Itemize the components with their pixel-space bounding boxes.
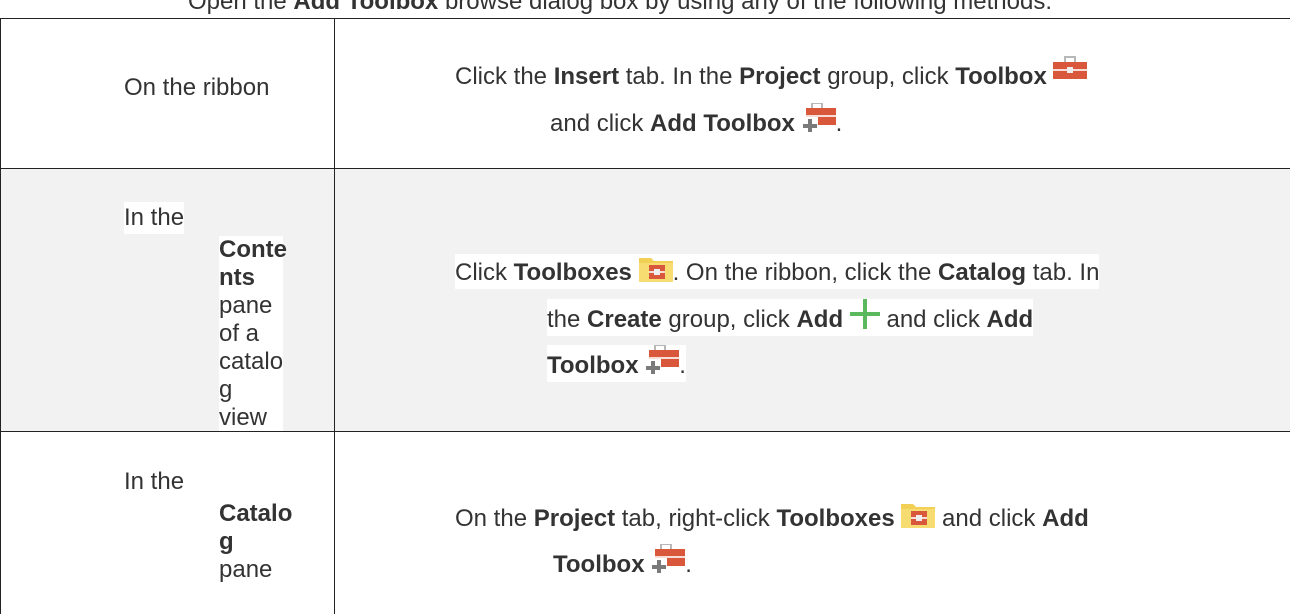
toolboxes-folder-icon	[639, 254, 673, 282]
steps-line-1: Click the Insert tab. In the Project gro…	[455, 56, 1087, 93]
add-toolbox-icon	[651, 544, 685, 574]
method-in-the: In the	[124, 468, 185, 495]
method-pane-name: Catalo g pane	[219, 500, 293, 583]
steps-line-1: Click Toolboxes . On the ribbon, click t…	[455, 254, 1100, 289]
table-column-divider	[334, 18, 335, 614]
toolbox-icon	[1053, 56, 1087, 80]
intro-text: Open the Add Toolbox browse dialog box b…	[188, 0, 1052, 18]
steps-cell: Click Toolboxes . On the ribbon, click t…	[335, 169, 1290, 432]
steps-line-2: the Create group, click Add and click Ad…	[547, 299, 1034, 336]
steps-cell: On the Project tab, right-click Toolboxe…	[335, 432, 1290, 615]
steps-line-2: Toolbox .	[553, 544, 692, 581]
method-label: On the ribbon	[124, 74, 270, 101]
table-row: In the Conte nts pane of a catalo g view Clic…	[0, 168, 1290, 432]
add-toolbox-icon	[802, 103, 836, 133]
table-border-left	[0, 18, 1, 614]
add-plus-icon	[850, 299, 880, 329]
method-pane-name: Conte nts pane of a catalo g view	[219, 236, 287, 432]
steps-line-2: and click Add Toolbox .	[550, 103, 842, 140]
method-in-the: In the	[124, 202, 185, 234]
table-row: In the Catalo g pane On the Project tab, r…	[0, 431, 1290, 615]
intro-pre: Open the	[188, 0, 294, 15]
steps-line-3: Toolbox .	[547, 345, 686, 382]
toolboxes-folder-icon	[901, 500, 935, 528]
method-cell: In the Conte nts pane of a catalo g view	[0, 169, 334, 432]
steps-cell: Click the Insert tab. In the Project gro…	[335, 19, 1290, 169]
method-cell: In the Catalo g pane	[0, 432, 334, 615]
method-cell: On the ribbon	[0, 19, 334, 169]
table-row: On the ribbon Click the Insert tab. In t…	[0, 18, 1290, 169]
intro-post: browse dialog box by using any of the fo…	[438, 0, 1052, 15]
methods-table: On the ribbon Click the Insert tab. In t…	[0, 18, 1290, 615]
add-toolbox-icon	[645, 345, 679, 375]
steps-line-1: On the Project tab, right-click Toolboxe…	[455, 500, 1089, 535]
intro-bold-add-toolbox: Add Toolbox	[293, 0, 439, 15]
